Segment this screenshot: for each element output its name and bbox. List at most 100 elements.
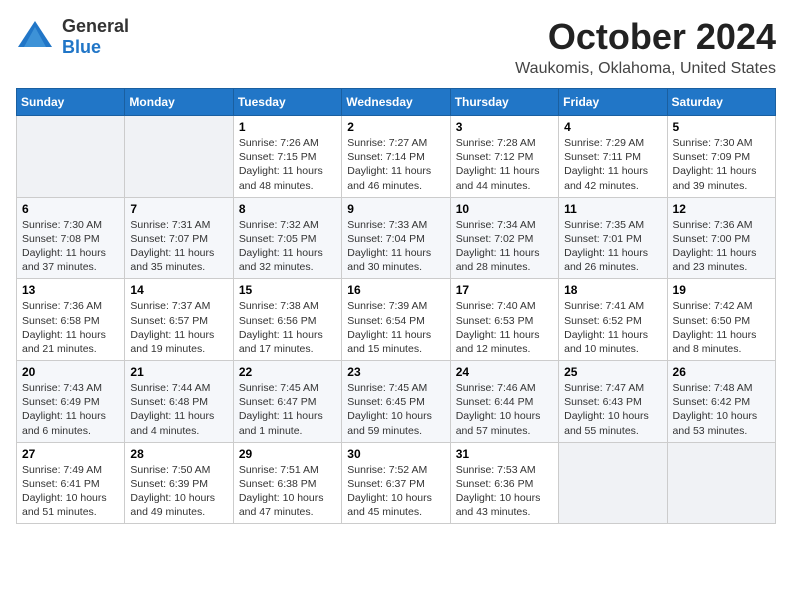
day-number: 4 bbox=[564, 120, 661, 134]
day-number: 30 bbox=[347, 447, 444, 461]
calendar-cell: 24 Sunrise: 7:46 AM Sunset: 6:44 PM Dayli… bbox=[450, 361, 558, 443]
day-info: Sunrise: 7:32 AM Sunset: 7:05 PM Dayligh… bbox=[239, 218, 336, 275]
day-number: 31 bbox=[456, 447, 553, 461]
calendar-cell: 5 Sunrise: 7:30 AM Sunset: 7:09 PM Daylig… bbox=[667, 116, 775, 198]
day-number: 26 bbox=[673, 365, 770, 379]
calendar-cell: 11Sunrise: 7:35 AM Sunset: 7:01 PM Dayli… bbox=[559, 197, 667, 279]
col-monday: Monday bbox=[125, 89, 233, 116]
day-number: 6 bbox=[22, 202, 119, 216]
calendar-cell bbox=[559, 442, 667, 524]
day-number: 12 bbox=[673, 202, 770, 216]
calendar-cell: 15Sunrise: 7:38 AM Sunset: 6:56 PM Dayli… bbox=[233, 279, 341, 361]
day-info: Sunrise: 7:49 AM Sunset: 6:41 PM Dayligh… bbox=[22, 463, 119, 520]
calendar-cell: 31Sunrise: 7:53 AM Sunset: 6:36 PM Dayli… bbox=[450, 442, 558, 524]
day-info: Sunrise: 7:36 AM Sunset: 7:00 PM Dayligh… bbox=[673, 218, 770, 275]
col-sunday: Sunday bbox=[17, 89, 125, 116]
month-title: October 2024 bbox=[515, 16, 776, 58]
day-info: Sunrise: 7:52 AM Sunset: 6:37 PM Dayligh… bbox=[347, 463, 444, 520]
calendar-week-1: 6Sunrise: 7:30 AM Sunset: 7:08 PM Daylig… bbox=[17, 197, 776, 279]
calendar-cell: 3 Sunrise: 7:28 AM Sunset: 7:12 PM Daylig… bbox=[450, 116, 558, 198]
day-info: Sunrise: 7:50 AM Sunset: 6:39 PM Dayligh… bbox=[130, 463, 227, 520]
day-info: Sunrise: 7:35 AM Sunset: 7:01 PM Dayligh… bbox=[564, 218, 661, 275]
calendar-cell: 28 Sunrise: 7:50 AM Sunset: 6:39 PM Dayli… bbox=[125, 442, 233, 524]
calendar-table: Sunday Monday Tuesday Wednesday Thursday… bbox=[16, 88, 776, 524]
day-number: 20 bbox=[22, 365, 119, 379]
day-number: 19 bbox=[673, 283, 770, 297]
day-info: Sunrise: 7:38 AM Sunset: 6:56 PM Dayligh… bbox=[239, 299, 336, 356]
calendar-cell: 12 Sunrise: 7:36 AM Sunset: 7:00 PM Dayli… bbox=[667, 197, 775, 279]
day-number: 21 bbox=[130, 365, 227, 379]
day-info: Sunrise: 7:48 AM Sunset: 6:42 PM Dayligh… bbox=[673, 381, 770, 438]
calendar-cell: 17 Sunrise: 7:40 AM Sunset: 6:53 PM Dayli… bbox=[450, 279, 558, 361]
day-number: 24 bbox=[456, 365, 553, 379]
day-info: Sunrise: 7:31 AM Sunset: 7:07 PM Dayligh… bbox=[130, 218, 227, 275]
day-info: Sunrise: 7:27 AM Sunset: 7:14 PM Dayligh… bbox=[347, 136, 444, 193]
calendar-cell: 26 Sunrise: 7:48 AM Sunset: 6:42 PM Dayli… bbox=[667, 361, 775, 443]
calendar-header-row: Sunday Monday Tuesday Wednesday Thursday… bbox=[17, 89, 776, 116]
calendar-cell: 10Sunrise: 7:34 AM Sunset: 7:02 PM Dayli… bbox=[450, 197, 558, 279]
day-number: 29 bbox=[239, 447, 336, 461]
calendar-cell: 8Sunrise: 7:32 AM Sunset: 7:05 PM Daylig… bbox=[233, 197, 341, 279]
day-info: Sunrise: 7:37 AM Sunset: 6:57 PM Dayligh… bbox=[130, 299, 227, 356]
day-info: Sunrise: 7:29 AM Sunset: 7:11 PM Dayligh… bbox=[564, 136, 661, 193]
day-number: 28 bbox=[130, 447, 227, 461]
calendar-cell: 7 Sunrise: 7:31 AM Sunset: 7:07 PM Daylig… bbox=[125, 197, 233, 279]
logo: General Blue bbox=[16, 16, 129, 58]
calendar-cell: 16Sunrise: 7:39 AM Sunset: 6:54 PM Dayli… bbox=[342, 279, 450, 361]
logo-icon bbox=[16, 19, 54, 56]
day-number: 2 bbox=[347, 120, 444, 134]
calendar-cell: 9 Sunrise: 7:33 AM Sunset: 7:04 PM Daylig… bbox=[342, 197, 450, 279]
day-number: 17 bbox=[456, 283, 553, 297]
location-title: Waukomis, Oklahoma, United States bbox=[515, 60, 776, 78]
day-info: Sunrise: 7:36 AM Sunset: 6:58 PM Dayligh… bbox=[22, 299, 119, 356]
day-number: 3 bbox=[456, 120, 553, 134]
day-number: 9 bbox=[347, 202, 444, 216]
calendar-cell: 25 Sunrise: 7:47 AM Sunset: 6:43 PM Dayli… bbox=[559, 361, 667, 443]
logo-blue: Blue bbox=[62, 37, 101, 57]
day-info: Sunrise: 7:45 AM Sunset: 6:45 PM Dayligh… bbox=[347, 381, 444, 438]
calendar-cell: 30 Sunrise: 7:52 AM Sunset: 6:37 PM Dayli… bbox=[342, 442, 450, 524]
col-saturday: Saturday bbox=[667, 89, 775, 116]
day-info: Sunrise: 7:47 AM Sunset: 6:43 PM Dayligh… bbox=[564, 381, 661, 438]
day-number: 16 bbox=[347, 283, 444, 297]
day-number: 23 bbox=[347, 365, 444, 379]
day-info: Sunrise: 7:45 AM Sunset: 6:47 PM Dayligh… bbox=[239, 381, 336, 438]
calendar-cell: 18Sunrise: 7:41 AM Sunset: 6:52 PM Dayli… bbox=[559, 279, 667, 361]
calendar-cell: 29Sunrise: 7:51 AM Sunset: 6:38 PM Dayli… bbox=[233, 442, 341, 524]
day-number: 25 bbox=[564, 365, 661, 379]
calendar-cell bbox=[125, 116, 233, 198]
day-number: 7 bbox=[130, 202, 227, 216]
day-info: Sunrise: 7:42 AM Sunset: 6:50 PM Dayligh… bbox=[673, 299, 770, 356]
calendar-cell bbox=[667, 442, 775, 524]
calendar-week-3: 20Sunrise: 7:43 AM Sunset: 6:49 PM Dayli… bbox=[17, 361, 776, 443]
calendar-week-4: 27 Sunrise: 7:49 AM Sunset: 6:41 PM Dayli… bbox=[17, 442, 776, 524]
day-info: Sunrise: 7:34 AM Sunset: 7:02 PM Dayligh… bbox=[456, 218, 553, 275]
day-info: Sunrise: 7:40 AM Sunset: 6:53 PM Dayligh… bbox=[456, 299, 553, 356]
day-number: 27 bbox=[22, 447, 119, 461]
day-info: Sunrise: 7:46 AM Sunset: 6:44 PM Dayligh… bbox=[456, 381, 553, 438]
day-number: 22 bbox=[239, 365, 336, 379]
col-wednesday: Wednesday bbox=[342, 89, 450, 116]
day-info: Sunrise: 7:28 AM Sunset: 7:12 PM Dayligh… bbox=[456, 136, 553, 193]
title-section: October 2024 Waukomis, Oklahoma, United … bbox=[515, 16, 776, 78]
calendar-cell: 2 Sunrise: 7:27 AM Sunset: 7:14 PM Daylig… bbox=[342, 116, 450, 198]
calendar-cell: 13Sunrise: 7:36 AM Sunset: 6:58 PM Dayli… bbox=[17, 279, 125, 361]
calendar-cell: 20Sunrise: 7:43 AM Sunset: 6:49 PM Dayli… bbox=[17, 361, 125, 443]
calendar-cell: 21Sunrise: 7:44 AM Sunset: 6:48 PM Dayli… bbox=[125, 361, 233, 443]
col-thursday: Thursday bbox=[450, 89, 558, 116]
calendar-week-0: 1Sunrise: 7:26 AM Sunset: 7:15 PM Daylig… bbox=[17, 116, 776, 198]
col-friday: Friday bbox=[559, 89, 667, 116]
col-tuesday: Tuesday bbox=[233, 89, 341, 116]
day-info: Sunrise: 7:30 AM Sunset: 7:09 PM Dayligh… bbox=[673, 136, 770, 193]
calendar-cell bbox=[17, 116, 125, 198]
calendar-cell: 23 Sunrise: 7:45 AM Sunset: 6:45 PM Dayli… bbox=[342, 361, 450, 443]
day-number: 5 bbox=[673, 120, 770, 134]
calendar-cell: 6Sunrise: 7:30 AM Sunset: 7:08 PM Daylig… bbox=[17, 197, 125, 279]
page-header: General Blue October 2024 Waukomis, Okla… bbox=[16, 16, 776, 78]
day-number: 18 bbox=[564, 283, 661, 297]
calendar-cell: 1Sunrise: 7:26 AM Sunset: 7:15 PM Daylig… bbox=[233, 116, 341, 198]
calendar-cell: 4 Sunrise: 7:29 AM Sunset: 7:11 PM Daylig… bbox=[559, 116, 667, 198]
day-info: Sunrise: 7:33 AM Sunset: 7:04 PM Dayligh… bbox=[347, 218, 444, 275]
calendar-cell: 19 Sunrise: 7:42 AM Sunset: 6:50 PM Dayli… bbox=[667, 279, 775, 361]
day-info: Sunrise: 7:26 AM Sunset: 7:15 PM Dayligh… bbox=[239, 136, 336, 193]
